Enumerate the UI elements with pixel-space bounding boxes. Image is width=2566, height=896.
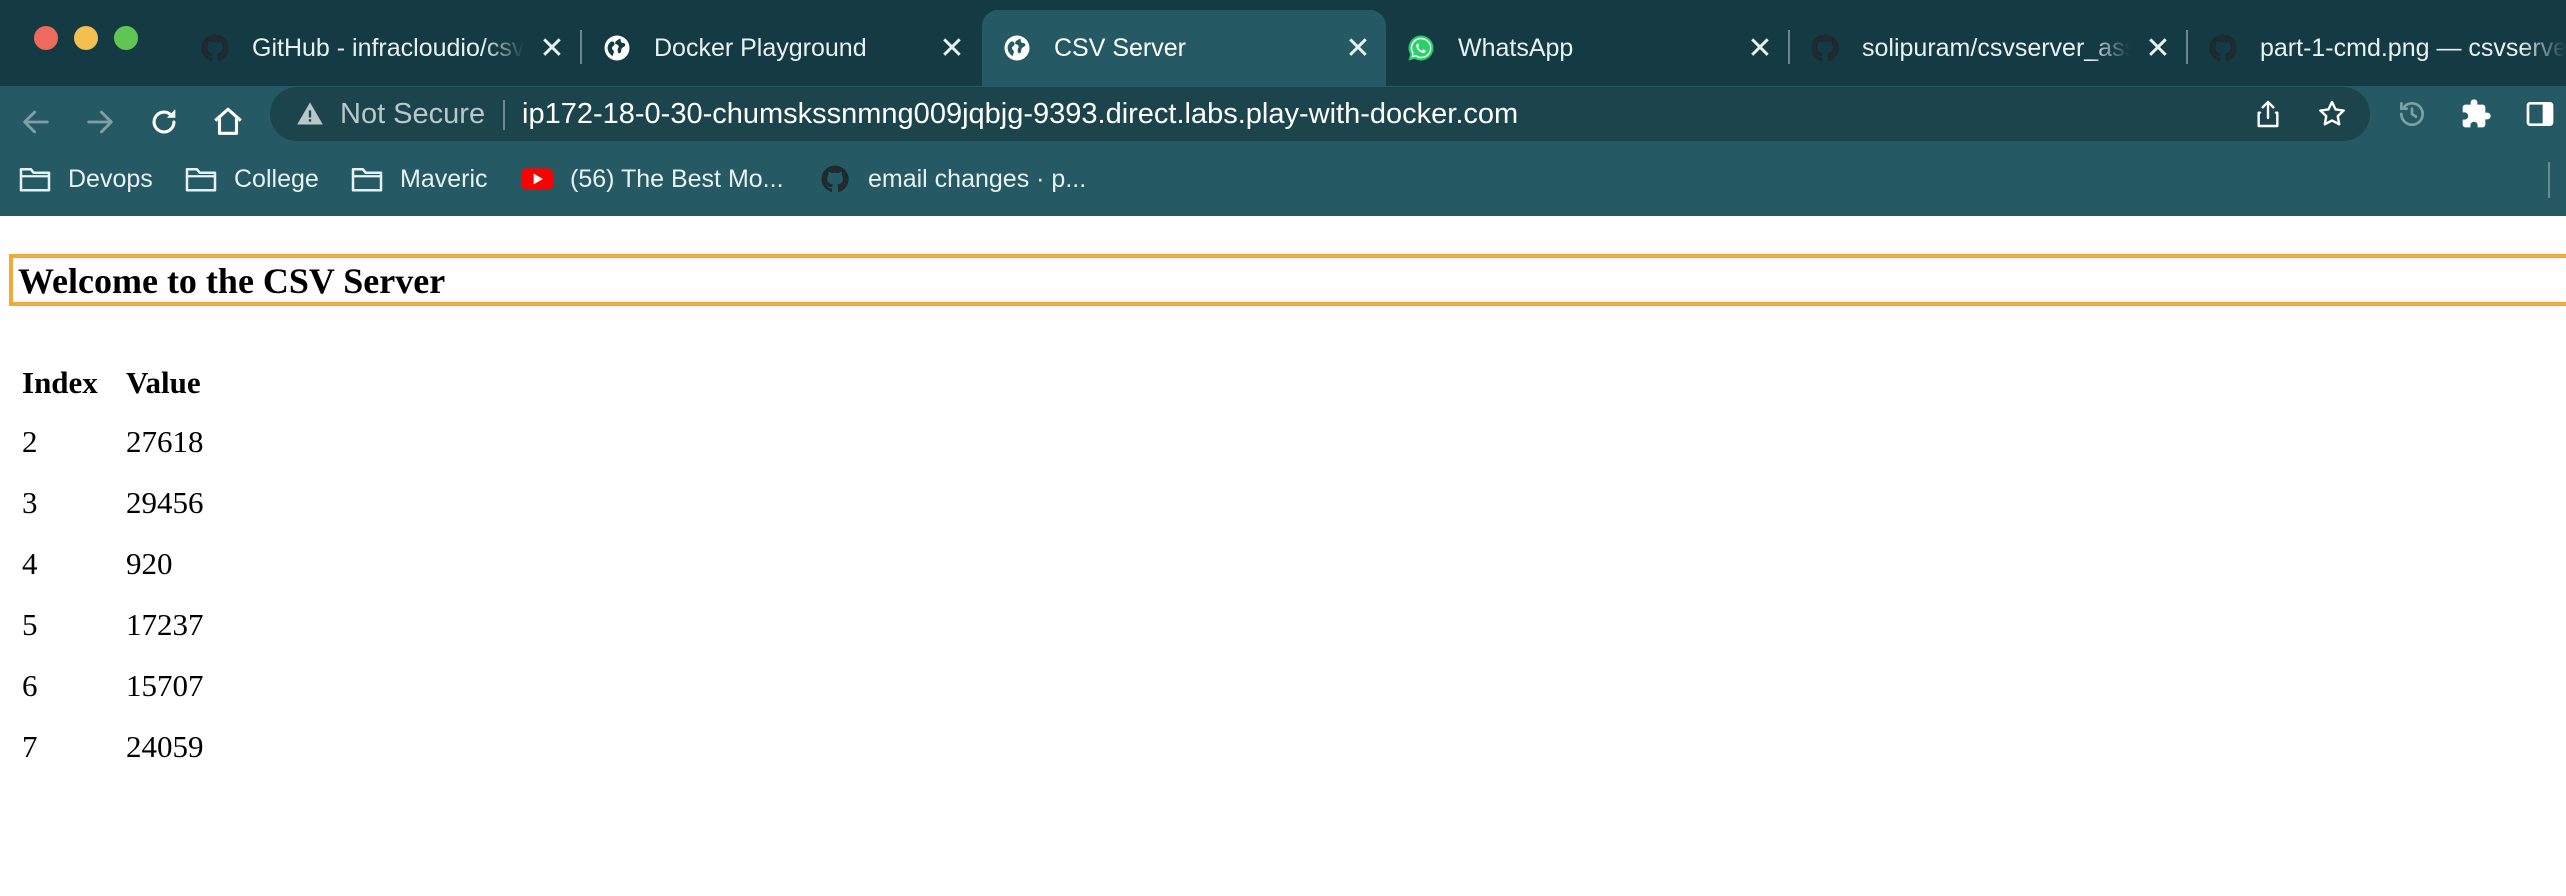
- index-cell: 5: [22, 606, 38, 642]
- table-row: 3 29456: [16, 472, 210, 533]
- table-row: 7 24059: [16, 716, 210, 777]
- table-header-row: Index Value: [16, 354, 210, 411]
- folder-icon: [18, 164, 52, 194]
- bookmark-label: Devops: [68, 164, 153, 193]
- column-header-value: Value: [126, 364, 201, 400]
- close-tab-icon[interactable]: ✕: [1342, 32, 1374, 65]
- github-icon: [2208, 33, 2238, 63]
- tab-title: part-1-cmd.png — csvserver: [2260, 33, 2566, 62]
- globe-icon: [602, 33, 632, 63]
- bookmark-label: Maveric: [400, 164, 488, 193]
- bookmark-folder-college[interactable]: College: [184, 159, 319, 199]
- reload-icon[interactable]: [142, 100, 186, 144]
- zoom-window-button[interactable]: [114, 26, 138, 50]
- heading-box: Welcome to the CSV Server: [9, 254, 2566, 306]
- tab-solipuram-csvserver[interactable]: solipuram/csvserver_assignment ✕: [1790, 10, 2186, 86]
- bookmark-label: College: [234, 164, 319, 193]
- bookmark-folder-maveric[interactable]: Maveric: [350, 159, 488, 199]
- tab-github-csvserver[interactable]: GitHub - infracloudio/csvserver ✕: [180, 10, 580, 86]
- github-icon: [200, 33, 230, 63]
- extensions-icon[interactable]: [2456, 94, 2496, 134]
- tab-title: Docker Playground: [654, 33, 867, 62]
- address-divider: [503, 100, 505, 130]
- page-content: Welcome to the CSV Server Index Value 2 …: [0, 216, 2566, 896]
- github-icon: [1810, 33, 1840, 63]
- sidebar-toggle-icon[interactable]: [2520, 94, 2560, 134]
- close-tab-icon[interactable]: ✕: [936, 32, 968, 65]
- warning-icon[interactable]: [296, 100, 324, 128]
- bookmark-youtube[interactable]: (56) The Best Mo...: [520, 159, 784, 199]
- value-cell: 920: [126, 545, 173, 581]
- tab-title: GitHub - infracloudio/csvserver: [252, 33, 524, 62]
- bookmark-label: email changes · p...: [868, 164, 1087, 193]
- url-text[interactable]: ip172-18-0-30-chumskssnmng009jqbjg-9393.…: [522, 95, 1518, 133]
- value-cell: 27618: [126, 423, 204, 459]
- table-row: 2 27618: [16, 411, 210, 472]
- close-tab-icon[interactable]: ✕: [2142, 32, 2174, 65]
- tab-title: solipuram/csvserver_assignment: [1862, 33, 2130, 62]
- tab-docker-playground[interactable]: Docker Playground ✕: [582, 10, 980, 86]
- bookmark-folder-devops[interactable]: Devops: [18, 159, 153, 199]
- github-icon: [818, 164, 852, 194]
- bookmarks-end-separator: [2548, 162, 2550, 198]
- table-row: 5 17237: [16, 594, 210, 655]
- table-row: 4 920: [16, 533, 210, 594]
- value-cell: 15707: [126, 667, 204, 703]
- youtube-icon: [520, 164, 554, 194]
- close-tab-icon[interactable]: ✕: [1744, 32, 1776, 65]
- bookmark-label: (56) The Best Mo...: [570, 164, 784, 193]
- browser-window: GitHub - infracloudio/csvserver ✕ Docker…: [0, 0, 2566, 896]
- index-cell: 6: [22, 667, 38, 703]
- tab-strip: GitHub - infracloudio/csvserver ✕ Docker…: [0, 0, 2566, 86]
- index-cell: 4: [22, 545, 38, 581]
- tab-part-1-cmd[interactable]: part-1-cmd.png — csvserver: [2188, 10, 2566, 86]
- index-cell: 2: [22, 423, 38, 459]
- close-window-button[interactable]: [34, 26, 58, 50]
- tab-title: WhatsApp: [1458, 33, 1574, 62]
- index-cell: 7: [22, 728, 38, 764]
- value-cell: 17237: [126, 606, 204, 642]
- value-cell: 24059: [126, 728, 204, 764]
- folder-icon: [350, 164, 384, 194]
- index-cell: 3: [22, 484, 38, 520]
- table-row: 6 15707: [16, 655, 210, 716]
- page-title: Welcome to the CSV Server: [18, 261, 446, 301]
- value-cell: 29456: [126, 484, 204, 520]
- home-icon[interactable]: [206, 100, 250, 144]
- tab-whatsapp[interactable]: WhatsApp ✕: [1386, 10, 1788, 86]
- folder-icon: [184, 164, 218, 194]
- close-tab-icon[interactable]: ✕: [536, 32, 568, 65]
- whatsapp-icon: [1406, 33, 1436, 63]
- bookmark-star-icon[interactable]: [2312, 94, 2352, 134]
- globe-icon: [1002, 33, 1032, 63]
- column-header-index: Index: [22, 364, 98, 400]
- security-status[interactable]: Not Secure: [340, 95, 485, 133]
- share-icon[interactable]: [2248, 94, 2288, 134]
- bookmark-email-changes[interactable]: email changes · p...: [818, 159, 1086, 199]
- back-arrow-icon[interactable]: [14, 100, 58, 144]
- csv-table: Index Value 2 27618 3 29456 4 920 5 1723…: [16, 354, 210, 777]
- minimize-window-button[interactable]: [74, 26, 98, 50]
- history-icon[interactable]: [2392, 94, 2432, 134]
- tab-csv-server[interactable]: CSV Server ✕: [982, 10, 1386, 86]
- tab-title: CSV Server: [1054, 33, 1186, 62]
- forward-arrow-icon[interactable]: [78, 100, 122, 144]
